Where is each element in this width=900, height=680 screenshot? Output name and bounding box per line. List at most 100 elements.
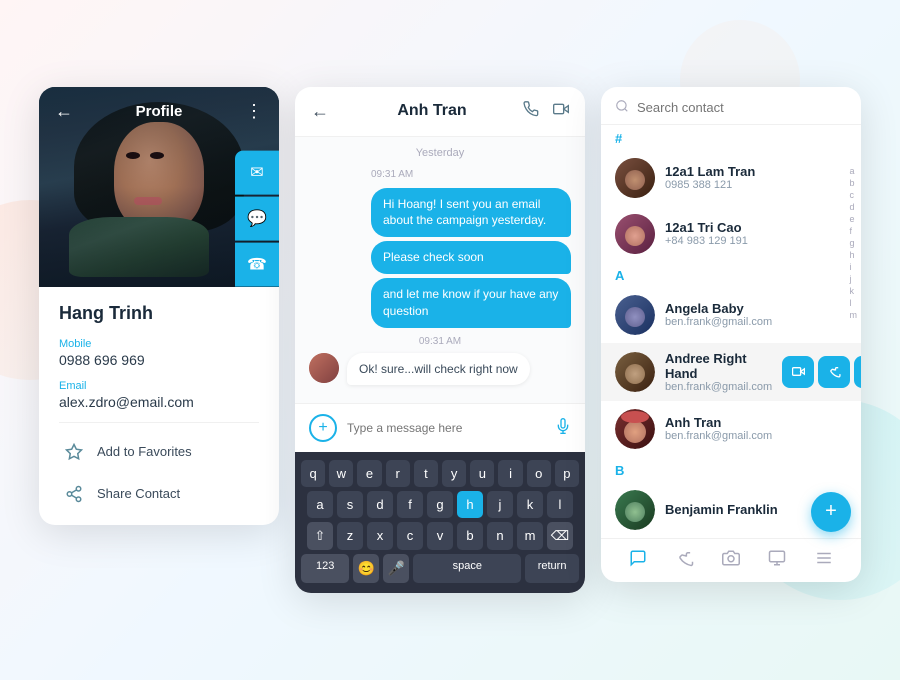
profile-chat-button[interactable]: 💬 <box>235 196 279 240</box>
alpha-sidebar: a b c d e f g h i j k l m <box>850 167 858 320</box>
key-a[interactable]: a <box>307 491 333 518</box>
contact-avatar-12a1-tri <box>615 214 655 254</box>
key-emoji[interactable]: 😊 <box>353 554 379 583</box>
contact-sub-angela: ben.frank@gmail.com <box>665 316 847 328</box>
contacts-search-input[interactable] <box>637 100 847 115</box>
andree-video-button[interactable] <box>782 356 814 388</box>
andree-call-button[interactable] <box>818 356 850 388</box>
key-b[interactable]: b <box>457 522 483 550</box>
alpha-b[interactable]: b <box>850 179 858 188</box>
key-y[interactable]: y <box>442 460 466 487</box>
chat-message-input[interactable] <box>347 421 545 435</box>
key-c[interactable]: c <box>397 522 423 550</box>
key-mic[interactable]: 🎤 <box>383 554 409 583</box>
key-s[interactable]: s <box>337 491 363 518</box>
chat-phone-icon[interactable] <box>523 101 539 122</box>
received-message-bubble: Ok! sure...will check right now <box>347 353 530 386</box>
alpha-k[interactable]: k <box>850 287 858 296</box>
profile-call-button[interactable]: ☎ <box>235 242 279 286</box>
chat-back-button[interactable]: ← <box>311 101 329 122</box>
alpha-j[interactable]: j <box>850 275 858 284</box>
message-row-received-1: Ok! sure...will check right now <box>309 353 571 386</box>
chat-header: ← Anh Tran <box>295 87 585 137</box>
footer-chat-icon[interactable] <box>629 549 647 572</box>
key-g[interactable]: g <box>427 491 453 518</box>
key-shift[interactable]: ⇧ <box>307 522 333 550</box>
chat-add-button[interactable]: + <box>309 414 337 442</box>
profile-title: Profile <box>136 103 183 120</box>
key-x[interactable]: x <box>367 522 393 550</box>
contact-sub-anh: ben.frank@gmail.com <box>665 430 847 442</box>
keyboard-row-3: ⇧ z x c v b n m ⌫ <box>301 522 579 550</box>
key-space[interactable]: space <box>413 554 521 583</box>
message-row-sent-1: 09:31 AM Hi Hoang! I sent you an email a… <box>309 169 571 328</box>
key-h[interactable]: h <box>457 491 483 518</box>
profile-more-button[interactable]: ⋮ <box>245 101 263 122</box>
key-u[interactable]: u <box>470 460 494 487</box>
key-d[interactable]: d <box>367 491 393 518</box>
key-f[interactable]: f <box>397 491 423 518</box>
alpha-l[interactable]: l <box>850 299 858 308</box>
profile-email-button[interactable]: ✉ <box>235 150 279 194</box>
key-r[interactable]: r <box>386 460 410 487</box>
key-q[interactable]: q <box>301 460 325 487</box>
key-n[interactable]: n <box>487 522 513 550</box>
footer-phone-icon[interactable] <box>676 549 694 572</box>
key-nums[interactable]: 123 <box>301 554 349 583</box>
keyboard-row-2: a s d f g h j k l <box>301 491 579 518</box>
key-w[interactable]: w <box>329 460 353 487</box>
alpha-a[interactable]: a <box>850 167 858 176</box>
message-bubble-3: and let me know if your have any questio… <box>371 278 571 328</box>
contact-item-anh[interactable]: Anh Tran ben.frank@gmail.com <box>601 401 861 457</box>
alpha-c[interactable]: c <box>850 191 858 200</box>
key-o[interactable]: o <box>527 460 551 487</box>
contact-avatar-ben <box>615 490 655 530</box>
alpha-h[interactable]: h <box>850 251 858 260</box>
footer-contacts-icon[interactable] <box>768 549 786 572</box>
contact-avatar-angela <box>615 295 655 335</box>
contact-info-12a1-lam: 12a1 Lam Tran 0985 388 121 <box>665 164 847 191</box>
contact-name-12a1-lam: 12a1 Lam Tran <box>665 164 847 179</box>
key-m[interactable]: m <box>517 522 543 550</box>
key-z[interactable]: z <box>337 522 363 550</box>
contacts-list: # 12a1 Lam Tran 0985 388 121 <box>601 125 861 538</box>
alpha-d[interactable]: d <box>850 203 858 212</box>
key-j[interactable]: j <box>487 491 513 518</box>
key-l[interactable]: l <box>547 491 573 518</box>
profile-back-button[interactable]: ← <box>55 101 73 122</box>
alpha-g[interactable]: g <box>850 239 858 248</box>
key-v[interactable]: v <box>427 522 453 550</box>
alpha-e[interactable]: e <box>850 215 858 224</box>
key-i[interactable]: i <box>498 460 522 487</box>
key-e[interactable]: e <box>357 460 381 487</box>
fab-add-button[interactable]: + <box>811 492 851 532</box>
key-backspace[interactable]: ⌫ <box>547 522 573 550</box>
contact-avatar-anh <box>615 409 655 449</box>
chat-messages: Yesterday 09:31 AM Hi Hoang! I sent you … <box>295 137 585 404</box>
footer-menu-icon[interactable] <box>815 549 833 572</box>
contact-action-buttons <box>782 356 861 388</box>
key-p[interactable]: p <box>555 460 579 487</box>
key-return[interactable]: return <box>525 554 579 583</box>
contact-item-12a1-tri[interactable]: 12a1 Tri Cao +84 983 129 191 <box>601 206 861 262</box>
contact-info-12a1-tri: 12a1 Tri Cao +84 983 129 191 <box>665 220 847 247</box>
contact-name-anh: Anh Tran <box>665 415 847 430</box>
alpha-f[interactable]: f <box>850 227 858 236</box>
key-t[interactable]: t <box>414 460 438 487</box>
andree-chat-button[interactable] <box>854 356 861 388</box>
add-favorites-option[interactable]: Add to Favorites <box>59 431 259 473</box>
contact-name-andree: Andree Right Hand <box>665 351 772 381</box>
footer-camera-icon[interactable] <box>722 549 740 572</box>
contact-item-andree[interactable]: Andree Right Hand ben.frank@gmail.com <box>601 343 861 401</box>
contact-item-angela[interactable]: Angela Baby ben.frank@gmail.com <box>601 287 861 343</box>
key-k[interactable]: k <box>517 491 543 518</box>
chat-video-icon[interactable] <box>553 101 569 122</box>
sent-messages-content: 09:31 AM Hi Hoang! I sent you an email a… <box>371 169 571 328</box>
chat-mic-button[interactable] <box>555 418 571 439</box>
contact-item-12a1-lam[interactable]: 12a1 Lam Tran 0985 388 121 <box>601 150 861 206</box>
alpha-m[interactable]: m <box>850 311 858 320</box>
share-contact-option[interactable]: Share Contact <box>59 473 259 515</box>
search-bar <box>601 87 861 125</box>
alpha-i[interactable]: i <box>850 263 858 272</box>
profile-panel: ← Profile ⋮ ✉ 💬 ☎ 🎥 Hang Trinh Mobile 09… <box>39 87 279 525</box>
